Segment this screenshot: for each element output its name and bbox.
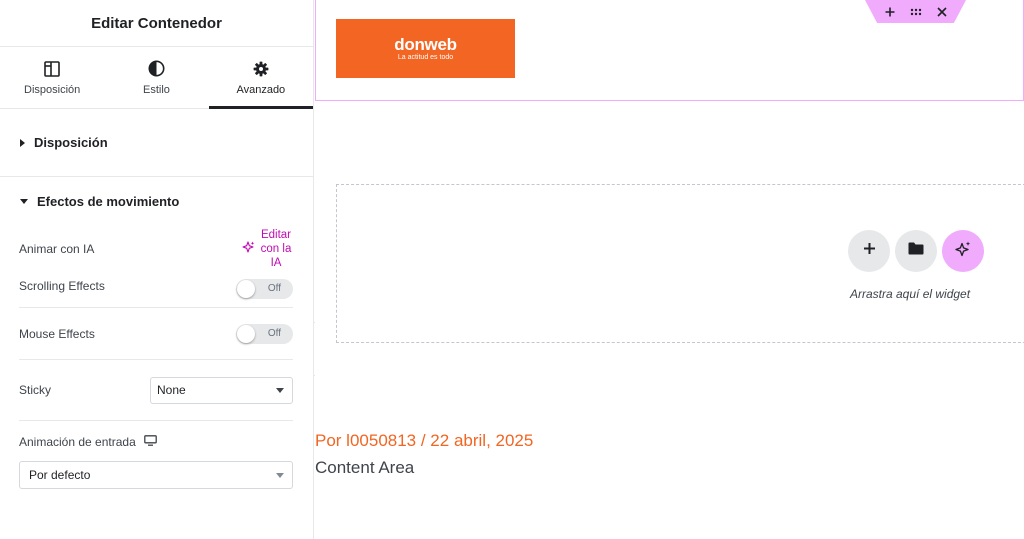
sparkle-icon: [955, 241, 971, 262]
tab-advanced[interactable]: Avanzado: [208, 47, 314, 109]
entrance-animation-select[interactable]: Por defecto: [19, 461, 293, 489]
switch-knob: [237, 324, 255, 343]
sparkle-icon: [242, 240, 255, 258]
chevron-down-icon: [276, 472, 284, 478]
gear-icon: [252, 60, 270, 78]
sticky-select[interactable]: None: [150, 376, 293, 404]
half-circle-icon: [147, 60, 165, 78]
add-element-button[interactable]: [848, 230, 890, 272]
logo-brand: donweb: [394, 34, 457, 54]
mouse-effects-label: Mouse Effects: [19, 326, 95, 341]
tab-layout-label: Disposición: [24, 83, 81, 96]
plus-icon[interactable]: [884, 6, 896, 18]
folder-icon: [908, 242, 924, 260]
panel-tabs: Disposición Estilo Avanzado: [0, 47, 314, 109]
logo-tagline: La actitud es todo: [397, 53, 454, 61]
sticky-label: Sticky: [19, 383, 52, 397]
entrance-animation-label: Animación de entrada: [19, 435, 136, 449]
edit-with-ai-text: Editar con la IA: [260, 229, 292, 269]
section-motion-toggle[interactable]: Efectos de movimiento: [0, 177, 313, 225]
switch-state: Off: [267, 283, 281, 294]
scrolling-effects-control: Scrolling Effects Off: [0, 273, 313, 307]
layout-icon: [43, 60, 61, 78]
edit-with-ai-link[interactable]: Editar con la IA: [242, 228, 293, 270]
add-template-button[interactable]: [895, 230, 937, 272]
mouse-effects-switch[interactable]: Off: [236, 323, 293, 344]
tab-layout[interactable]: Disposición: [0, 47, 104, 108]
widget-drop-zone[interactable]: Arrastra aquí el widget: [336, 184, 1024, 343]
chevron-down-icon: [276, 387, 284, 393]
plus-icon: [863, 242, 876, 260]
drop-zone-text: Arrastra aquí el widget: [850, 287, 971, 301]
preview-canvas: donweb La actitud es todo Arrastra aquí …: [315, 0, 1024, 539]
container-handle: [865, 0, 966, 23]
section-motion-title: Efectos de movimiento: [37, 193, 180, 209]
entrance-animation-control: Animación de entrada: [0, 421, 313, 461]
scrolling-effects-switch[interactable]: Off: [236, 279, 293, 299]
entrance-animation-label-wrap: Animación de entrada: [19, 435, 157, 449]
switch-state: Off: [267, 327, 281, 339]
switch-knob: [237, 280, 255, 298]
scrolling-effects-label: Scrolling Effects: [19, 279, 105, 293]
drag-handle-icon[interactable]: [910, 6, 922, 18]
sticky-control: Sticky None: [0, 360, 313, 420]
caret-right-icon: [20, 138, 25, 147]
close-icon[interactable]: [936, 6, 948, 18]
animate-ai-label: Animar con IA: [19, 242, 95, 256]
mouse-effects-control: Mouse Effects Off: [0, 308, 313, 359]
sticky-value: None: [157, 383, 186, 397]
entrance-animation-select-wrap: Por defecto: [0, 461, 313, 489]
editor-panel: Editar Contenedor Disposición Estilo Ava…: [0, 0, 314, 539]
desktop-icon[interactable]: [143, 435, 157, 449]
section-layout-title: Disposición: [34, 135, 108, 150]
logo: donweb La actitud es todo: [336, 19, 515, 78]
panel-header: Editar Contenedor: [0, 0, 313, 47]
tab-style-label: Estilo: [143, 83, 170, 96]
post-meta: Por l0050813 / 22 abril, 2025: [315, 431, 534, 450]
caret-down-icon: [20, 198, 28, 204]
tab-advanced-label: Avanzado: [236, 83, 286, 96]
entrance-animation-value: Por defecto: [29, 468, 91, 482]
content-area: Content Area: [315, 458, 415, 477]
drop-zone-actions: [848, 230, 984, 272]
ai-generate-button[interactable]: [942, 230, 984, 272]
animate-ai-control: Animar con IA Editar con la IA: [0, 225, 313, 273]
tab-style[interactable]: Estilo: [104, 47, 208, 108]
section-layout-toggle[interactable]: Disposición: [0, 109, 313, 177]
panel-title: Editar Contenedor: [91, 14, 222, 32]
